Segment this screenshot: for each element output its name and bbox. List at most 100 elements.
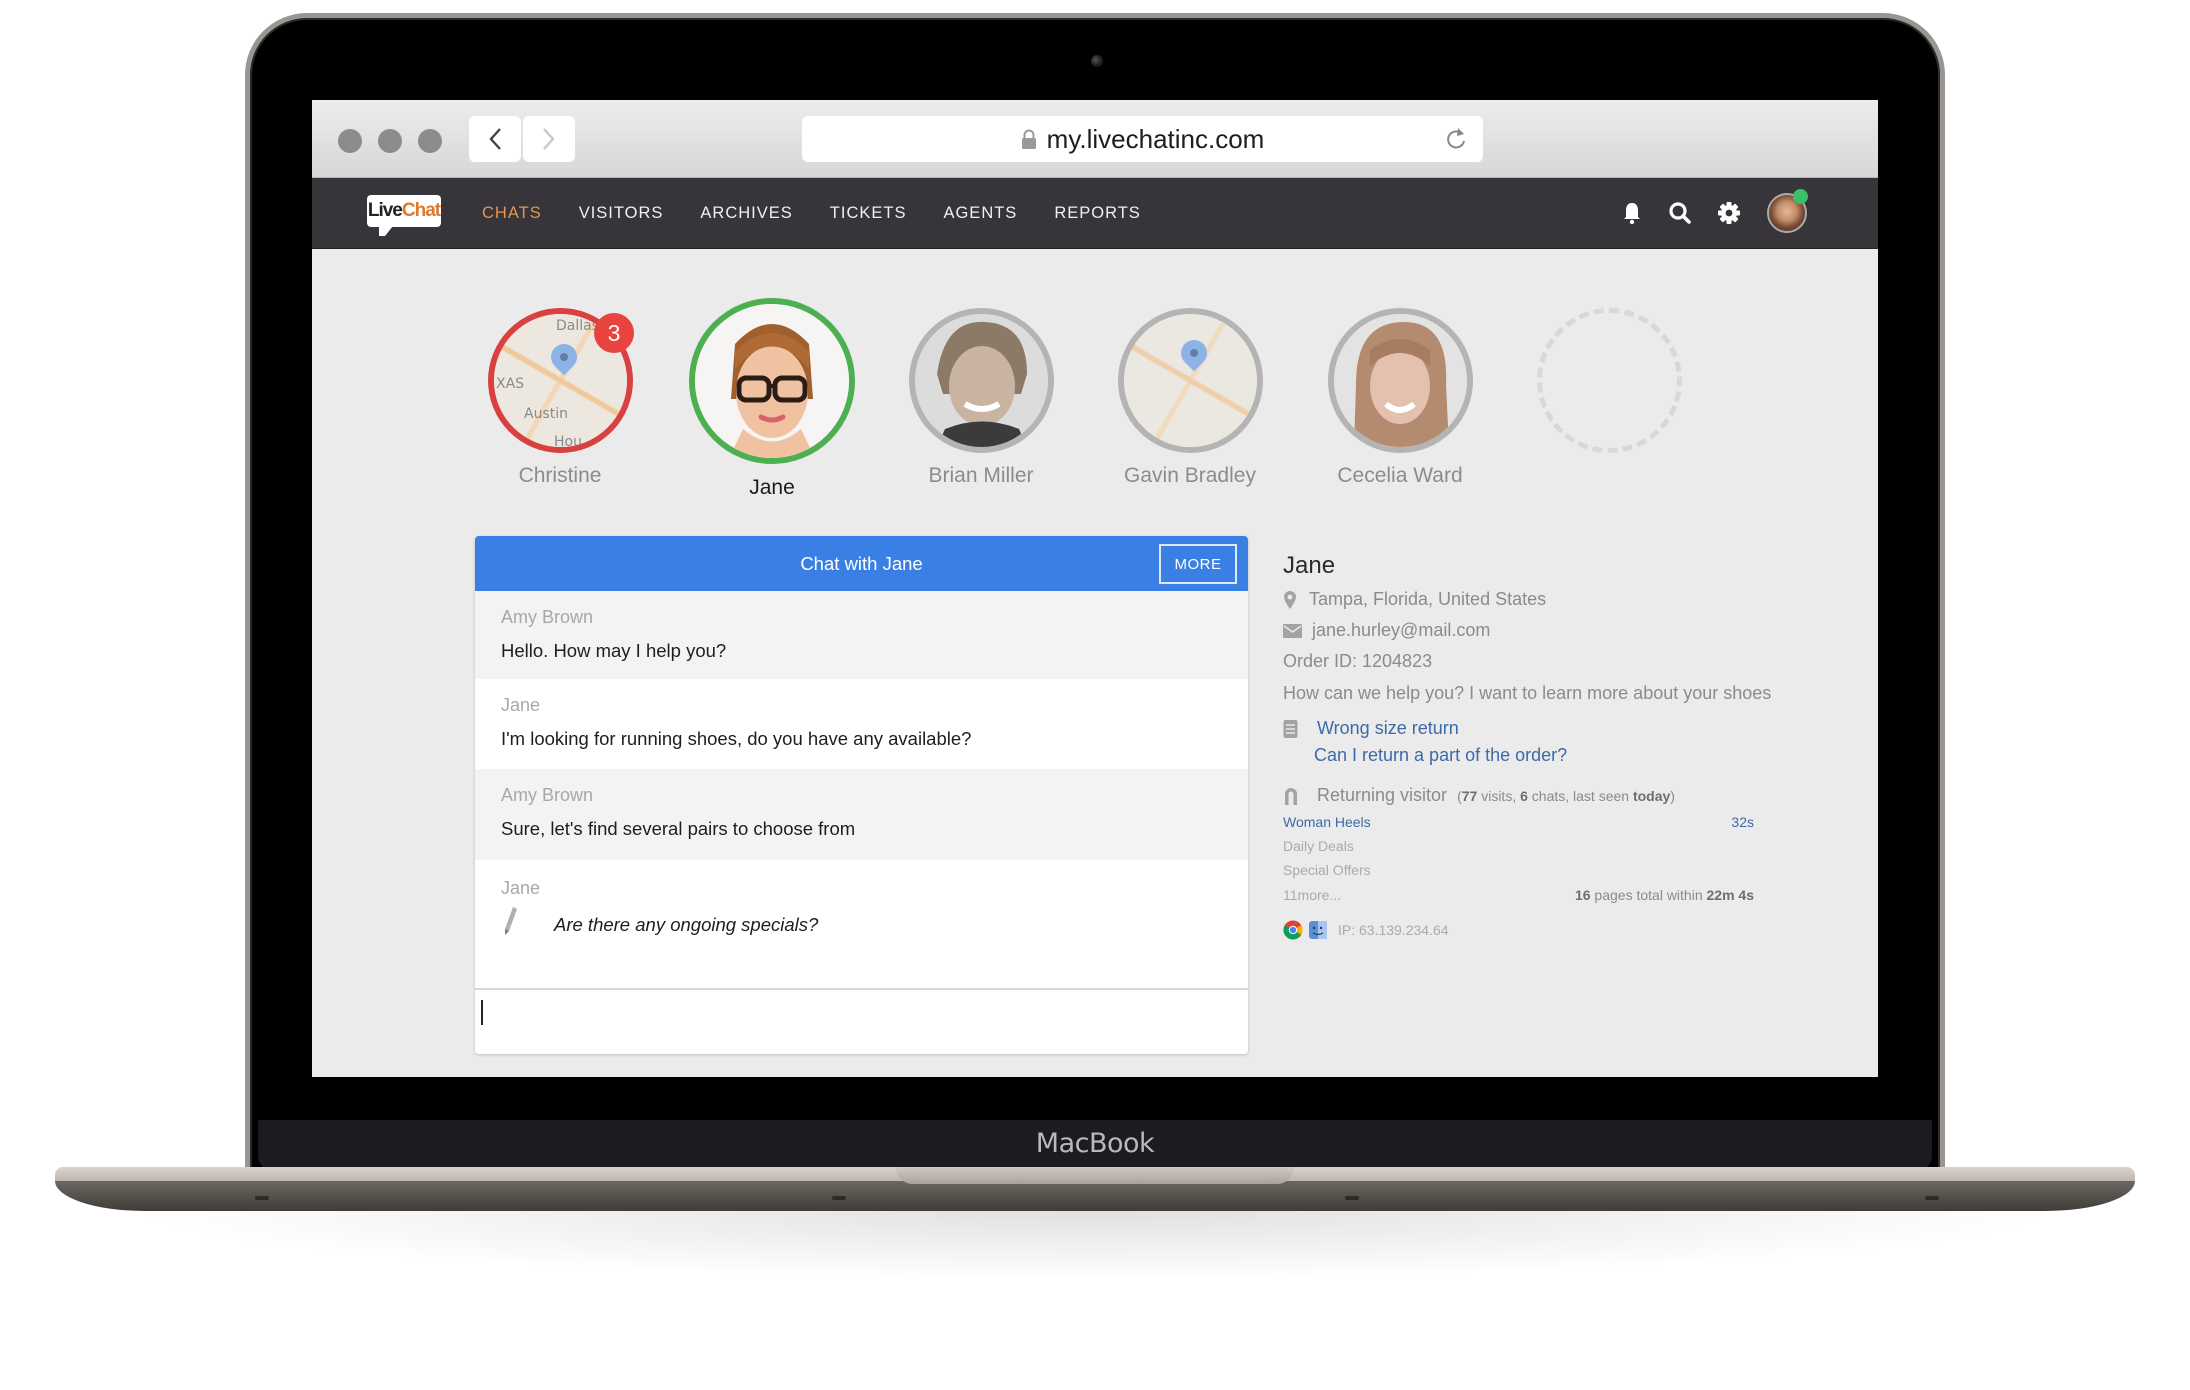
location-text: Tampa, Florida, United States — [1309, 589, 1547, 609]
ticket-title[interactable]: Wrong size return — [1317, 718, 1459, 739]
screen: my.livechatinc.com LiveChat CHATS VISITO… — [312, 100, 1878, 1077]
jane-photo — [695, 304, 849, 458]
nav-agents[interactable]: AGENTS — [943, 204, 1017, 223]
logo-speech-tail — [379, 226, 393, 236]
window-minimize-button[interactable] — [378, 129, 402, 153]
device-label: MacBook — [1035, 1128, 1155, 1159]
logo-text-chat: Chat — [401, 200, 441, 221]
laptop-shadow — [120, 1210, 2070, 1280]
search-button[interactable] — [1667, 200, 1693, 226]
reload-button[interactable] — [1443, 125, 1469, 158]
visited-page[interactable]: Daily Deals — [1283, 838, 1354, 854]
visitor-question: How can we help you? I want to learn mor… — [1283, 683, 1772, 703]
map-label: Hou — [554, 434, 582, 450]
last-seen: today — [1632, 787, 1671, 804]
envelope-icon — [1283, 623, 1305, 638]
chevron-right-icon — [543, 128, 555, 150]
chat-message-typing: Jane Are there any ongoing specials? — [475, 860, 1248, 988]
ip-address: IP: 63.139.234.64 — [1338, 922, 1449, 938]
settings-button[interactable] — [1716, 200, 1742, 226]
map-label: XAS — [496, 376, 525, 392]
laptop-foot — [255, 1196, 269, 1200]
returning-label: Returning visitor — [1317, 785, 1448, 805]
chat-title: Chat with Jane — [800, 552, 923, 574]
mac-finder-icon — [1309, 921, 1327, 939]
window-zoom-button[interactable] — [418, 129, 442, 153]
visits-label: visits, — [1477, 787, 1521, 804]
empty-chat-slot — [1537, 308, 1682, 453]
pages-label: pages total within — [1590, 887, 1707, 903]
chat-name: Jane — [749, 476, 795, 499]
cecelia-photo — [1334, 314, 1467, 447]
paren: ) — [1670, 787, 1675, 804]
visitor-location: Tampa, Florida, United States — [1283, 589, 1546, 610]
returning-stats: (77 visits, 6 chats, last seen today) — [1457, 788, 1675, 804]
message-author: Amy Brown — [501, 607, 594, 627]
message-text: I'm looking for running shoes, do you ha… — [501, 728, 972, 749]
location-pin-icon — [1283, 590, 1305, 610]
unread-badge: 3 — [594, 313, 634, 353]
nav-tickets[interactable]: TICKETS — [830, 204, 907, 223]
nav-archives[interactable]: ARCHIVES — [700, 204, 792, 223]
visit-count: 77 — [1461, 787, 1478, 804]
visited-page[interactable]: Special Offers — [1283, 862, 1371, 878]
message-text: Hello. How may I help you? — [501, 640, 727, 661]
avatar-photo — [689, 298, 855, 464]
map-label: Austin — [524, 406, 568, 422]
order-id: Order ID: 1204823 — [1283, 651, 1433, 671]
chevron-left-icon — [489, 128, 501, 150]
ticket-link[interactable]: Can I return a part of the order? — [1314, 745, 1567, 766]
chats-label: chats, last seen — [1527, 787, 1633, 804]
chat-name: Gavin Bradley — [1124, 464, 1256, 487]
visited-page-current[interactable]: Woman Heels — [1283, 814, 1371, 830]
message-author: Jane — [501, 878, 541, 898]
email-text[interactable]: jane.hurley@mail.com — [1312, 620, 1490, 641]
nav-chats[interactable]: CHATS — [482, 204, 542, 223]
more-pages-link[interactable]: 11 more... — [1283, 887, 1341, 903]
pages-count: 16 — [1574, 887, 1591, 903]
camera-icon — [1091, 55, 1103, 67]
browser-toolbar: my.livechatinc.com — [312, 100, 1878, 178]
more-label: more... — [1297, 887, 1342, 903]
map-background — [1124, 314, 1257, 447]
bell-icon — [1624, 203, 1640, 225]
chat-message: Amy Brown Sure, let's find several pairs… — [475, 769, 1248, 860]
avatar-photo — [1328, 308, 1473, 453]
brian-photo — [915, 314, 1048, 447]
message-text: Are there any ongoing specials? — [554, 914, 819, 935]
laptop-foot — [832, 1196, 846, 1200]
logo-text-live: Live — [367, 200, 403, 221]
laptop-base — [55, 1181, 2135, 1211]
window-close-button[interactable] — [338, 129, 362, 153]
message-author: Jane — [501, 695, 541, 715]
magnet-icon — [1283, 786, 1305, 805]
message-input[interactable] — [475, 988, 1248, 1054]
avatar-map — [1118, 308, 1263, 453]
more-button[interactable]: MORE — [1159, 544, 1237, 584]
back-button[interactable] — [469, 116, 521, 162]
tech-info: IP: 63.139.234.64 — [1283, 920, 1449, 940]
page-time: 32s — [1731, 814, 1754, 830]
forward-button[interactable] — [523, 116, 575, 162]
ticket-icon — [1283, 719, 1305, 738]
chat-name: Cecelia Ward — [1337, 464, 1463, 487]
laptop-chin: MacBook — [258, 1120, 1932, 1170]
address-bar[interactable]: my.livechatinc.com — [802, 116, 1483, 162]
pages-duration: 22m 4s — [1706, 887, 1754, 903]
ticket-link[interactable]: Wrong size return — [1283, 718, 1459, 739]
returning-visitor: Returning visitor (77 visits, 6 chats, l… — [1283, 785, 1675, 806]
message-author: Amy Brown — [501, 785, 594, 805]
chat-message: Amy Brown Hello. How may I help you? — [475, 591, 1248, 679]
text-caret — [481, 1000, 483, 1025]
pencil-icon — [505, 907, 517, 935]
app-navbar: LiveChat CHATS VISITORS ARCHIVES TICKETS… — [312, 178, 1878, 249]
search-icon — [1669, 202, 1691, 224]
url-text: my.livechatinc.com — [1046, 123, 1265, 154]
nav-reports[interactable]: REPORTS — [1054, 204, 1140, 223]
livechat-logo[interactable]: LiveChat — [367, 195, 441, 236]
nav-visitors[interactable]: VISITORS — [579, 204, 664, 223]
laptop-hinge-notch — [896, 1167, 1294, 1184]
chat-name: Christine — [518, 464, 602, 487]
notifications-button[interactable] — [1619, 200, 1645, 226]
gear-icon — [1718, 202, 1740, 224]
